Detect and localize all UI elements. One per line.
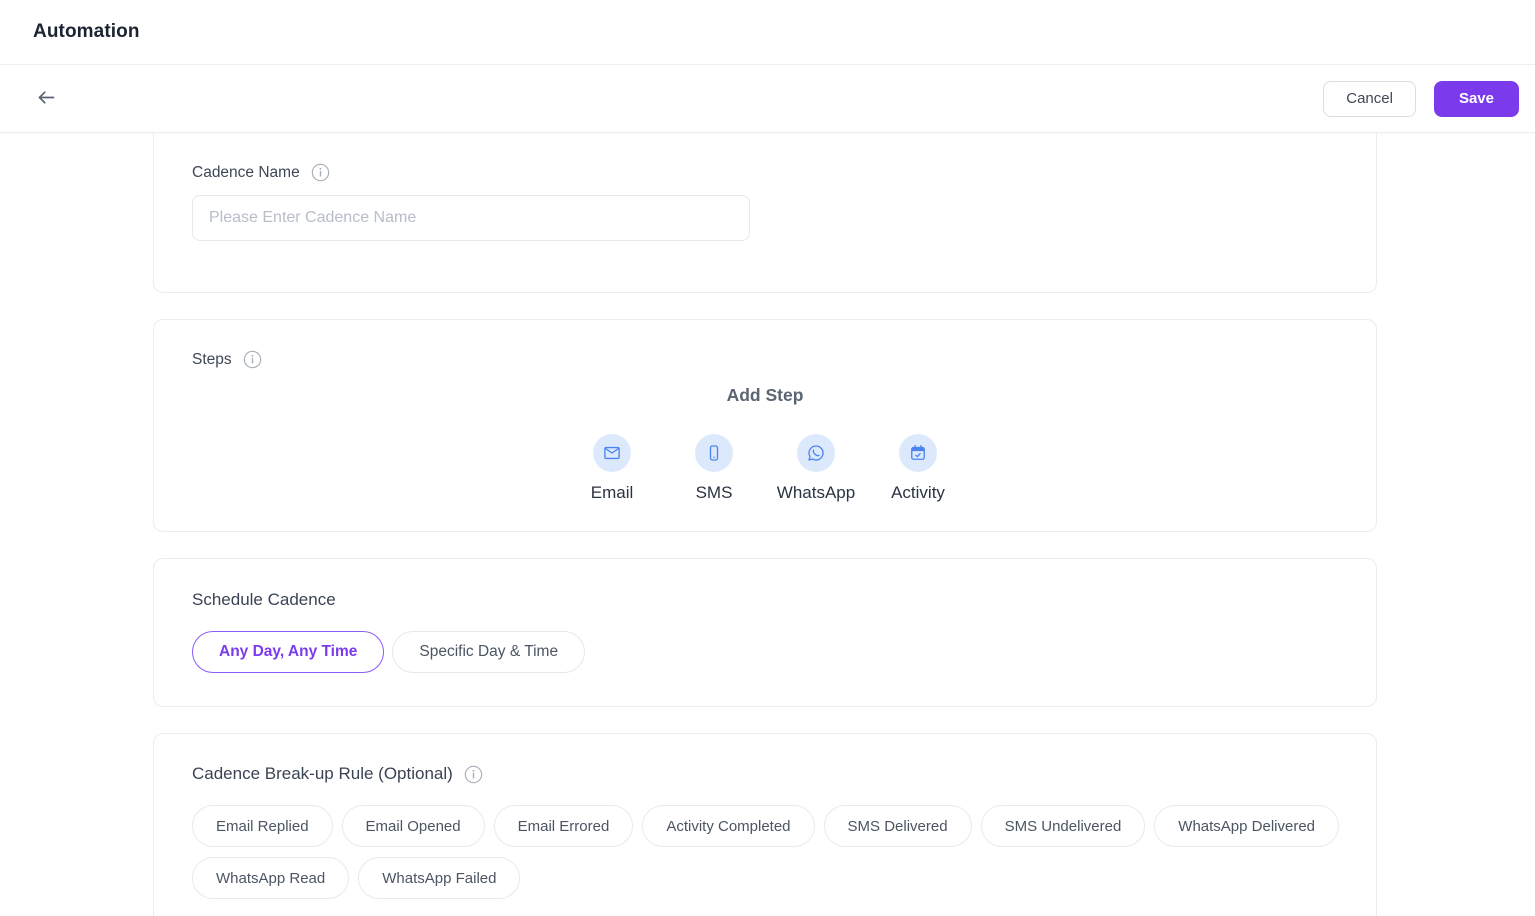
page-title: Automation [33,21,140,43]
schedule-options: Any Day, Any Time Specific Day & Time [192,631,1338,673]
whatsapp-icon [797,434,835,472]
email-icon [593,434,631,472]
step-label: Email [591,483,634,503]
info-icon[interactable] [464,765,483,784]
breakup-rule-heading: Cadence Break-up Rule (Optional) [192,764,453,784]
save-button[interactable]: Save [1434,81,1519,117]
info-icon[interactable] [243,350,262,369]
content-area: Cadence Name Steps Add [0,133,1535,916]
chip-activity-completed[interactable]: Activity Completed [642,805,814,847]
cancel-button[interactable]: Cancel [1323,81,1416,117]
steps-label: Steps [192,351,232,369]
action-toolbar: Cancel Save [0,65,1535,133]
chip-email-replied[interactable]: Email Replied [192,805,333,847]
schedule-option-any-day[interactable]: Any Day, Any Time [192,631,384,673]
steps-card: Steps Add Step [153,319,1377,532]
add-email-step-button[interactable]: Email [573,434,651,503]
chip-whatsapp-delivered[interactable]: WhatsApp Delivered [1154,805,1339,847]
schedule-cadence-card: Schedule Cadence Any Day, Any Time Speci… [153,558,1377,707]
breakup-rule-chips: Email Replied Email Opened Email Errored… [192,805,1342,899]
cadence-name-card: Cadence Name [153,133,1377,293]
app-header: Automation [0,0,1535,65]
back-arrow-icon [36,87,57,111]
chip-sms-delivered[interactable]: SMS Delivered [824,805,972,847]
add-step-title: Add Step [154,385,1376,406]
step-label: WhatsApp [777,483,855,503]
add-sms-step-button[interactable]: SMS [675,434,753,503]
step-options: Email SMS [154,434,1376,503]
chip-whatsapp-failed[interactable]: WhatsApp Failed [358,857,520,899]
chip-whatsapp-read[interactable]: WhatsApp Read [192,857,349,899]
schedule-option-specific-day[interactable]: Specific Day & Time [392,631,585,673]
step-label: SMS [696,483,733,503]
chip-email-opened[interactable]: Email Opened [342,805,485,847]
step-label: Activity [891,483,945,503]
activity-icon [899,434,937,472]
schedule-cadence-heading: Schedule Cadence [192,590,1338,610]
chip-sms-undelivered[interactable]: SMS Undelivered [981,805,1146,847]
breakup-rule-card: Cadence Break-up Rule (Optional) Email R… [153,733,1377,916]
cadence-name-input[interactable] [192,195,750,241]
back-button[interactable] [26,79,66,119]
add-activity-step-button[interactable]: Activity [879,434,957,503]
chip-email-errored[interactable]: Email Errored [494,805,634,847]
cadence-name-label: Cadence Name [192,164,300,182]
add-step-block: Add Step Email [154,385,1376,503]
sms-icon [695,434,733,472]
add-whatsapp-step-button[interactable]: WhatsApp [777,434,855,503]
info-icon[interactable] [311,163,330,182]
